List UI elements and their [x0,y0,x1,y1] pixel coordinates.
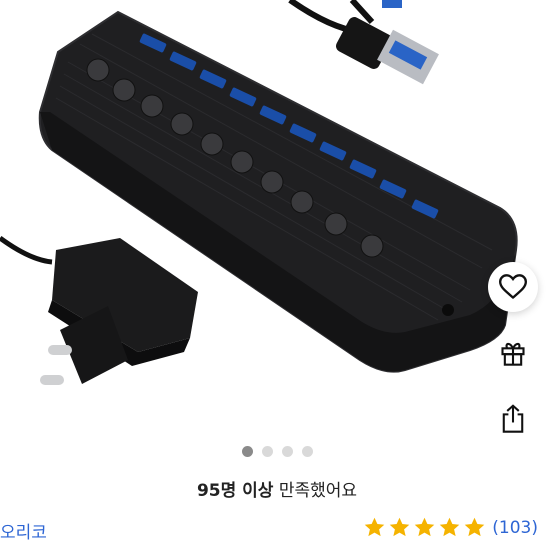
brand-link[interactable]: 오리코 [0,518,47,543]
usb-cable [288,0,439,85]
pagination-dot[interactable] [301,446,313,457]
star-icon [365,517,385,537]
pagination-dot[interactable] [281,446,293,457]
wishlist-button[interactable] [488,262,538,312]
product-meta-row: 오리코 (103) [0,514,554,546]
star-icon [415,517,435,537]
gallery-pagination [0,446,554,457]
satisfaction-text: 만족했어요 [278,481,358,501]
gift-button[interactable] [488,328,538,378]
star-icon [390,517,410,537]
pagination-dot[interactable] [241,446,253,457]
review-count: (103) [492,517,538,538]
rating-link[interactable]: (103) [363,516,538,539]
share-icon [502,404,524,433]
heart-icon [499,274,527,300]
pagination-dot[interactable] [261,446,273,457]
satisfaction-summary: 95명 이상 만족했어요 [0,476,554,501]
share-button[interactable] [488,394,538,444]
power-adapter [0,235,198,385]
star-icon [440,517,460,537]
star-icon [465,517,485,537]
satisfaction-count: 95명 이상 [196,481,274,501]
product-image[interactable] [0,0,554,430]
gift-icon [501,342,525,366]
